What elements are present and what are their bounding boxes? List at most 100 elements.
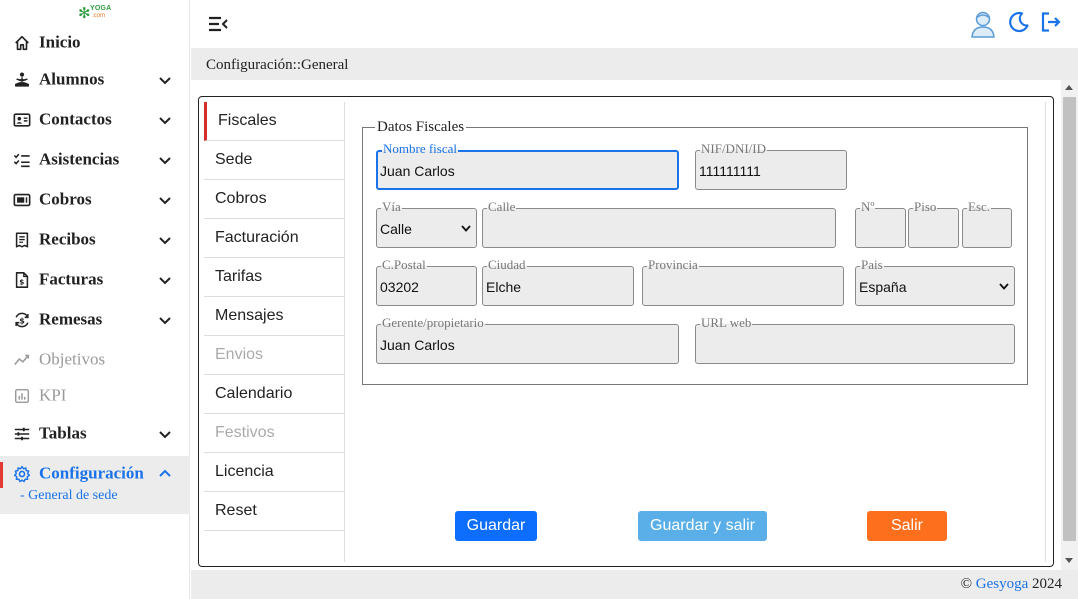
sidebar-item-label: Alumnos <box>39 69 105 89</box>
guardar-button[interactable]: Guardar <box>455 511 537 541</box>
sidebar-item-label: Contactos <box>39 109 112 129</box>
via-label: Vía <box>381 199 402 214</box>
tab-cobros[interactable]: Cobros <box>204 180 345 219</box>
sidebar-item-inicio[interactable]: Inicio <box>0 25 190 61</box>
tab-sede[interactable]: Sede <box>204 141 345 180</box>
calle-field[interactable]: Calle <box>482 200 836 248</box>
tab-festivos: Festivos <box>204 414 345 453</box>
menu-collapse-icon[interactable] <box>207 13 229 35</box>
nombre-fiscal-value: Juan Carlos <box>380 163 455 179</box>
calle-label: Calle <box>487 199 517 214</box>
sidebar-item-label: Tablas <box>39 423 87 443</box>
escalera-field[interactable]: Esc. <box>962 200 1012 248</box>
tab-mensajes[interactable]: Mensajes <box>204 297 345 336</box>
url-web-field[interactable]: URL web <box>695 316 1015 364</box>
svg-text:$: $ <box>19 278 24 287</box>
sidebar-item-configuracion[interactable]: Configuración <box>0 456 190 492</box>
sidebar-item-label: Configuración <box>39 463 144 483</box>
chevron-down-icon <box>461 225 471 232</box>
user-avatar-icon[interactable] <box>969 9 997 39</box>
sidebar-item-contactos[interactable]: Contactos <box>0 102 190 138</box>
tab-facturacion[interactable]: Facturación <box>204 219 345 258</box>
sidebar-item-facturas[interactable]: $ Facturas <box>0 262 190 298</box>
settings-tabs: Fiscales Sede Cobros Facturación Tarifas… <box>204 102 345 562</box>
svg-text:$: $ <box>19 316 25 326</box>
chevron-down-icon[interactable] <box>157 232 173 248</box>
pais-select[interactable]: Pais España <box>855 258 1015 306</box>
breadcrumb-bar: Configuración::General <box>191 48 1078 80</box>
nif-field[interactable]: NIF/DNI/ID 111111111 <box>695 142 847 190</box>
scroll-up-arrow-icon[interactable] <box>1064 83 1074 91</box>
sidebar-item-alumnos[interactable]: Alumnos <box>0 62 190 98</box>
ciudad-label: Ciudad <box>487 257 527 272</box>
pais-value: España <box>859 279 907 295</box>
checklist-icon <box>12 150 32 170</box>
tab-tarifas[interactable]: Tarifas <box>204 258 345 297</box>
sidebar-item-label: Facturas <box>39 269 104 289</box>
sidebar-item-asistencias[interactable]: Asistencias <box>0 142 190 178</box>
sidebar-item-recibos[interactable]: Recibos <box>0 222 190 258</box>
sidebar-item-objetivos: Objetivos <box>0 342 190 378</box>
panel-divider <box>1045 102 1046 562</box>
gerente-label: Gerente/propietario <box>381 315 485 330</box>
chevron-down-icon[interactable] <box>157 152 173 168</box>
receipt-icon <box>12 230 32 250</box>
provincia-field[interactable]: Provincia <box>642 258 844 306</box>
sidebar-subitem-general-de-sede[interactable]: - General de sede <box>20 488 118 504</box>
sidebar-item-kpi: KPI <box>0 378 190 414</box>
payment-icon <box>12 190 32 210</box>
breadcrumb: Configuración::General <box>206 57 349 73</box>
sidebar: ✻ YOGA .com Inicio Alumnos Contactos Asi… <box>0 0 190 599</box>
gear-icon <box>12 464 32 484</box>
scroll-down-arrow-icon[interactable] <box>1064 557 1074 565</box>
logo-com-text: .com <box>92 13 106 19</box>
sidebar-item-tablas[interactable]: Tablas <box>0 416 190 452</box>
chevron-down-icon[interactable] <box>157 72 173 88</box>
home-icon <box>12 33 32 53</box>
scrollbar-thumb[interactable] <box>1063 97 1076 541</box>
chevron-down-icon[interactable] <box>157 426 173 442</box>
chevron-down-icon[interactable] <box>157 312 173 328</box>
tab-reset[interactable]: Reset <box>204 492 345 531</box>
tab-fiscales[interactable]: Fiscales <box>204 102 345 141</box>
url-web-label: URL web <box>700 315 753 330</box>
gerente-value: Juan Carlos <box>380 337 455 353</box>
escalera-label: Esc. <box>967 199 992 214</box>
sidebar-item-label: Objetivos <box>39 349 106 369</box>
sidebar-item-label: Inicio <box>39 32 81 52</box>
top-bar <box>191 0 1078 48</box>
contact-card-icon <box>12 110 32 130</box>
trend-icon <box>12 350 32 370</box>
chevron-down-icon[interactable] <box>157 192 173 208</box>
sidebar-item-cobros[interactable]: Cobros <box>0 182 190 218</box>
palm-icon: ✻ <box>78 4 91 22</box>
footer: © Gesyoga 2024 <box>191 570 1078 599</box>
numero-field[interactable]: Nº <box>855 200 906 248</box>
via-select[interactable]: Vía Calle <box>376 200 477 248</box>
app-logo[interactable]: ✻ YOGA .com <box>78 4 112 24</box>
sidebar-item-remesas[interactable]: $ Remesas <box>0 302 190 338</box>
tab-licencia[interactable]: Licencia <box>204 453 345 492</box>
cpostal-field[interactable]: C.Postal 03202 <box>376 258 477 306</box>
nombre-fiscal-field[interactable]: Nombre fiscal Juan Carlos <box>376 142 679 190</box>
footer-brand-link[interactable]: Gesyoga <box>976 576 1029 592</box>
moon-icon[interactable] <box>1007 10 1031 34</box>
nombre-fiscal-label: Nombre fiscal <box>382 141 459 156</box>
cpostal-value: 03202 <box>380 279 419 295</box>
via-value: Calle <box>380 221 412 237</box>
sidebar-item-label: Remesas <box>39 309 103 329</box>
ciudad-field[interactable]: Ciudad Elche <box>482 258 634 306</box>
piso-label: Piso <box>913 199 938 214</box>
logout-icon[interactable] <box>1039 10 1063 34</box>
chevron-down-icon[interactable] <box>157 112 173 128</box>
gerente-field[interactable]: Gerente/propietario Juan Carlos <box>376 316 679 364</box>
sidebar-item-label: Asistencias <box>39 149 120 169</box>
tab-calendario[interactable]: Calendario <box>204 375 345 414</box>
logo-yoga-text: YOGA <box>90 5 112 12</box>
cpostal-label: C.Postal <box>381 257 427 272</box>
guardar-y-salir-button[interactable]: Guardar y salir <box>638 511 767 541</box>
piso-field[interactable]: Piso <box>908 200 959 248</box>
salir-button[interactable]: Salir <box>867 511 947 541</box>
chevron-up-icon[interactable] <box>157 466 173 482</box>
chevron-down-icon[interactable] <box>157 272 173 288</box>
